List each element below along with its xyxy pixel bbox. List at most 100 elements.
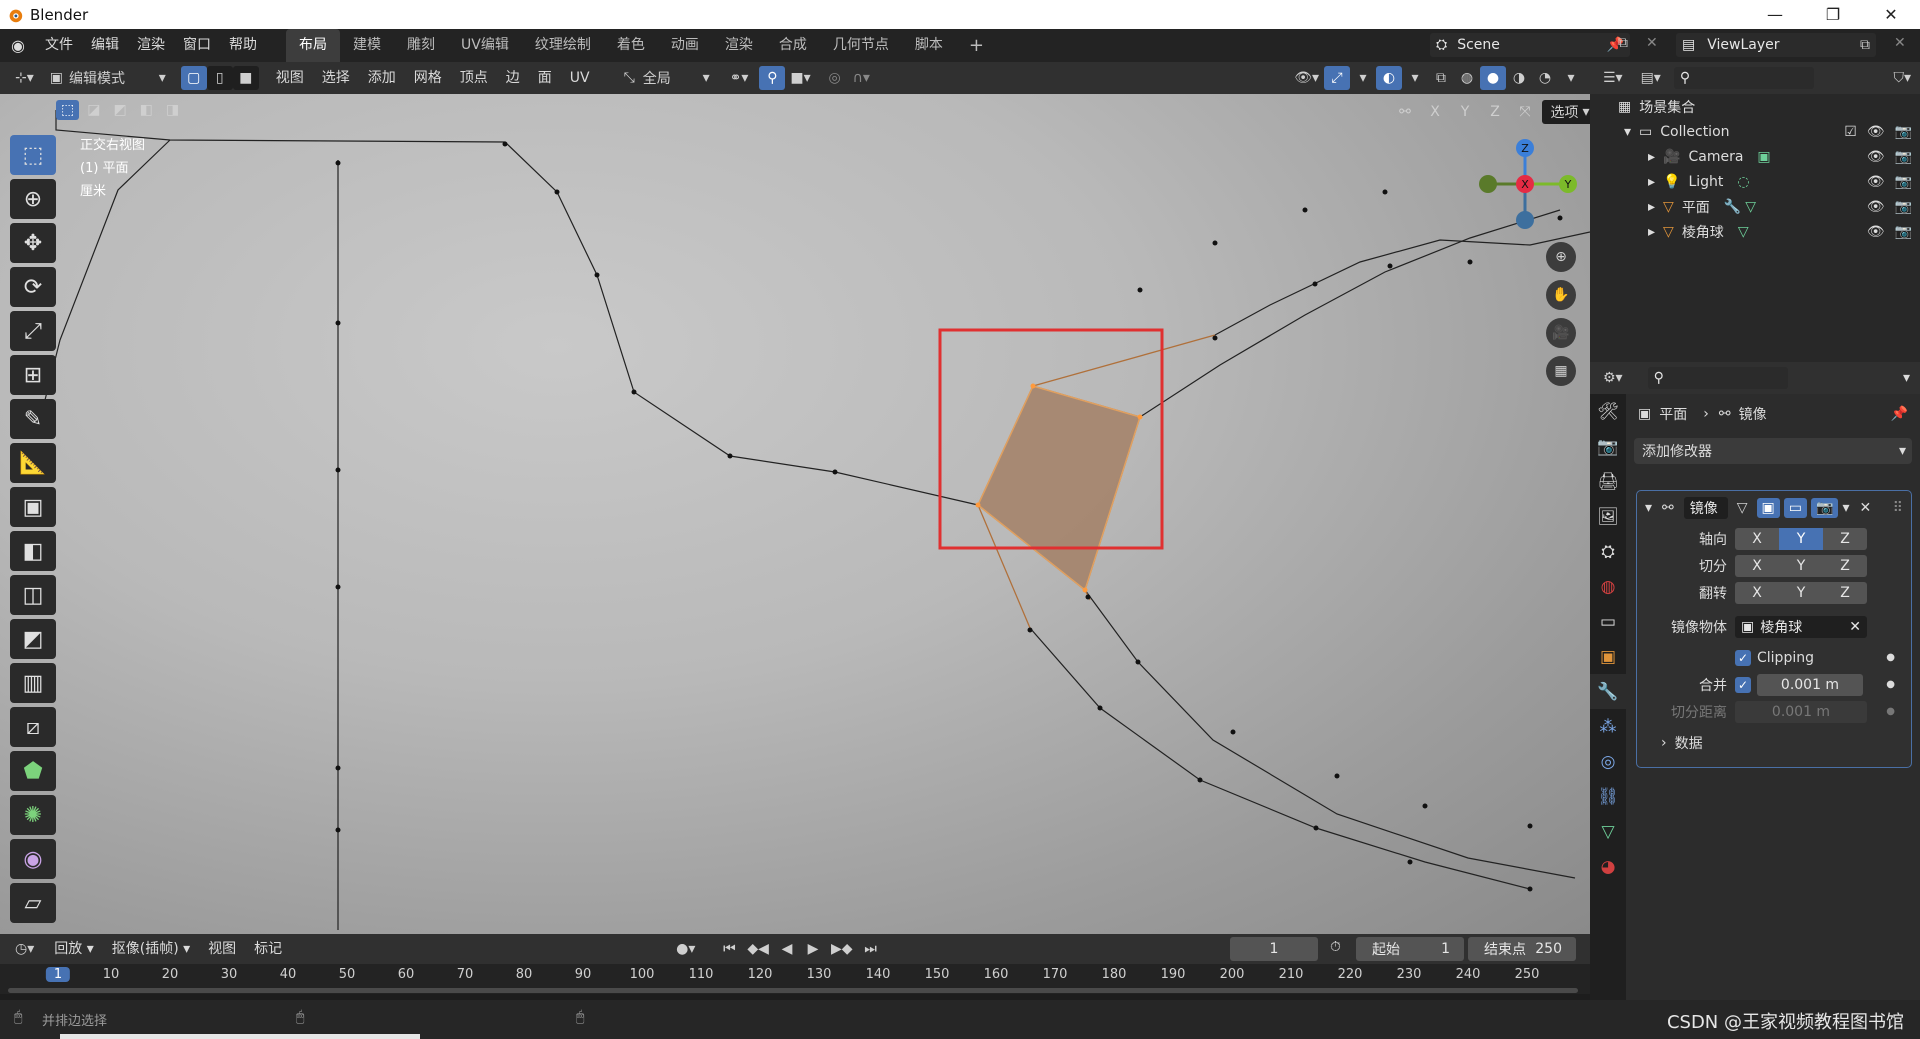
tab-scripting[interactable]: 脚本 xyxy=(902,29,956,62)
overlay-dropdown-icon[interactable]: ▾ xyxy=(1402,66,1428,90)
viewport-toggle-icon[interactable]: ▭ xyxy=(1783,498,1808,518)
scene-selector[interactable]: ⛭ Scene 📌 xyxy=(1430,33,1630,57)
remove-viewlayer-icon[interactable]: ✕ xyxy=(1894,35,1906,51)
mirror-z-button[interactable]: Z xyxy=(1482,102,1508,122)
outliner-item-icosphere[interactable]: ▸ ▽ 棱角球 ▽ 👁 📷 xyxy=(1590,219,1920,244)
transform-tool[interactable]: ⊞ xyxy=(8,354,58,396)
eye-icon[interactable]: 👁 xyxy=(1867,124,1885,140)
expand-arrow-icon[interactable]: ▸ xyxy=(1648,174,1655,190)
menu-vertex[interactable]: 顶点 xyxy=(451,62,497,95)
tab-modeling[interactable]: 建模 xyxy=(340,29,394,62)
select-box-tool[interactable]: ⬚ xyxy=(8,134,58,176)
tab-sculpting[interactable]: 雕刻 xyxy=(394,29,448,62)
gizmo-icon[interactable]: ⤢ xyxy=(1324,66,1350,90)
zoom-icon[interactable]: ⊕ xyxy=(1546,242,1576,272)
menu-face[interactable]: 面 xyxy=(529,62,561,95)
chevron-down-icon[interactable]: ▾ xyxy=(1842,500,1849,516)
view-layer-tab-icon[interactable]: 🖼 xyxy=(1590,499,1626,534)
measure-tool[interactable]: 📐 xyxy=(8,442,58,484)
tab-compositing[interactable]: 合成 xyxy=(766,29,820,62)
camera-render-icon[interactable]: 📷 xyxy=(1895,149,1912,165)
render-tab-icon[interactable]: 📷 xyxy=(1590,429,1626,464)
bisect-distance-field[interactable]: 0.001 m xyxy=(1735,700,1867,723)
shading-dropdown-icon[interactable]: ▾ xyxy=(1558,66,1584,90)
expand-arrow-icon[interactable]: ▸ xyxy=(1648,149,1655,165)
merge-checkbox[interactable]: ✓ xyxy=(1735,676,1751,693)
auto-merge-icon[interactable]: ⤧ xyxy=(1512,102,1538,122)
camera-render-icon[interactable]: 📷 xyxy=(1895,224,1912,240)
camera-render-icon[interactable]: 📷 xyxy=(1895,199,1912,215)
checkbox-icon[interactable]: ☑ xyxy=(1844,124,1857,140)
tab-rendering[interactable]: 渲染 xyxy=(712,29,766,62)
tab-animation[interactable]: 动画 xyxy=(658,29,712,62)
spin-tool[interactable]: ✺ xyxy=(8,794,58,836)
keyframe-dot-icon[interactable]: ● xyxy=(1886,706,1895,717)
smooth-tool[interactable]: ◉ xyxy=(8,838,58,880)
properties-editor-icon[interactable]: ⚙▾ xyxy=(1598,366,1628,390)
on-cage-icon[interactable]: ▽ xyxy=(1732,498,1753,518)
mode-dropdown[interactable]: ▣ 编辑模式 ▾ xyxy=(45,66,171,90)
material-shading-icon[interactable]: ◑ xyxy=(1506,66,1532,90)
extrude-tool[interactable]: ◧ xyxy=(8,530,58,572)
rendered-shading-icon[interactable]: ◔ xyxy=(1532,66,1558,90)
properties-search-input[interactable]: ⚲ xyxy=(1647,367,1788,389)
pivot-icon[interactable]: ⚭▾ xyxy=(725,66,754,90)
new-viewlayer-icon[interactable]: ⧉ xyxy=(1860,37,1870,53)
edge-select-icon[interactable]: ▯ xyxy=(206,66,233,90)
jump-end-icon[interactable]: ⏭ xyxy=(858,937,884,961)
physics-tab-icon[interactable]: ◎ xyxy=(1590,744,1626,779)
menu-add[interactable]: 添加 xyxy=(359,62,405,95)
menu-render[interactable]: 渲染 xyxy=(128,29,174,62)
expand-arrow-icon[interactable]: ▾ xyxy=(1624,124,1631,140)
viewlayer-selector[interactable]: ▤ ViewLayer ⧉ xyxy=(1676,33,1876,57)
move-tool[interactable]: ✥ xyxy=(8,222,58,264)
flip-z-button[interactable]: Z xyxy=(1823,581,1867,604)
tab-geometry-nodes[interactable]: 几何节点 xyxy=(820,29,902,62)
camera-render-icon[interactable]: 📷 xyxy=(1895,174,1912,190)
filter-icon[interactable]: ⛉▾ xyxy=(1888,66,1916,90)
particles-tab-icon[interactable]: ⁂ xyxy=(1590,709,1626,744)
pin-icon[interactable]: 📌 xyxy=(1891,406,1908,422)
snap-icon[interactable]: ⚲ xyxy=(759,66,786,90)
xray-icon[interactable]: ⧉ xyxy=(1428,66,1454,90)
restore-icon[interactable]: ❐ xyxy=(1804,0,1862,29)
new-scene-icon[interactable]: ⧉ xyxy=(1618,35,1628,51)
collection-tab-icon[interactable]: ▭ xyxy=(1590,604,1626,639)
outliner-item-light[interactable]: ▸ 💡 Light ◌ 👁 📷 xyxy=(1590,169,1920,194)
axis-y-button[interactable]: Y xyxy=(1779,527,1823,550)
navigation-gizmo[interactable]: Z X Y xyxy=(1470,134,1580,234)
scale-tool[interactable]: ⤢ xyxy=(8,310,58,352)
menu-help[interactable]: 帮助 xyxy=(220,29,266,62)
bevel-tool[interactable]: ◩ xyxy=(8,618,58,660)
outliner-item-camera[interactable]: ▸ 🎥 Camera ▣ 👁 📷 xyxy=(1590,144,1920,169)
camera-view-icon[interactable]: 🎥 xyxy=(1546,318,1576,348)
pan-hand-icon[interactable]: ✋ xyxy=(1546,280,1576,310)
current-frame-field[interactable]: 1 xyxy=(1230,937,1318,961)
snap-target-icon[interactable]: ■▾ xyxy=(785,66,815,90)
bisect-z-button[interactable]: Z xyxy=(1823,554,1867,577)
modifier-tab-icon[interactable]: 🔧 xyxy=(1590,674,1626,709)
world-tab-icon[interactable]: ◍ xyxy=(1590,569,1626,604)
menu-edit[interactable]: 编辑 xyxy=(82,29,128,62)
keyframe-dot-icon[interactable]: ● xyxy=(1886,652,1895,663)
loop-cut-tool[interactable]: ▥ xyxy=(8,662,58,704)
expand-arrow-icon[interactable]: ▸ xyxy=(1648,224,1655,240)
add-cube-tool[interactable]: ▣ xyxy=(8,486,58,528)
options-dropdown[interactable]: 选项 ▾ xyxy=(1542,100,1590,124)
annotate-tool[interactable]: ✎ xyxy=(8,398,58,440)
marker-menu[interactable]: 标记 xyxy=(245,933,291,966)
vertex-select-icon[interactable]: ▢ xyxy=(180,66,207,90)
eye-icon[interactable]: 👁 xyxy=(1867,224,1885,240)
shear-tool[interactable]: ▱ xyxy=(8,882,58,924)
material-tab-icon[interactable]: ◕ xyxy=(1590,849,1626,884)
ruler-scrollbar[interactable] xyxy=(8,988,1578,993)
data-tab-icon[interactable]: ▽ xyxy=(1590,814,1626,849)
bisect-x-button[interactable]: X xyxy=(1735,554,1779,577)
axis-x-button[interactable]: X xyxy=(1735,527,1779,550)
scene-tab-icon[interactable]: ⛭ xyxy=(1590,534,1626,569)
visibility-icon[interactable]: 👁▾ xyxy=(1289,66,1324,90)
play-icon[interactable]: ▶ xyxy=(800,937,826,961)
tab-uv-editing[interactable]: UV编辑 xyxy=(448,29,522,62)
eye-icon[interactable]: 👁 xyxy=(1867,199,1885,215)
add-workspace-icon[interactable]: + xyxy=(956,29,997,62)
